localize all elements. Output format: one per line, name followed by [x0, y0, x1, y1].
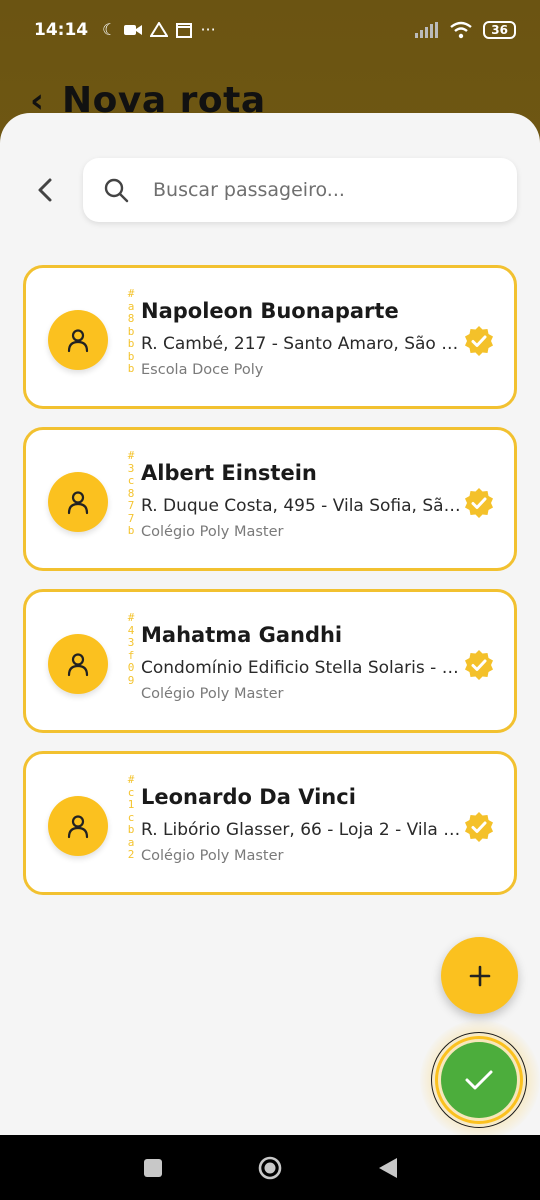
verified-check-icon	[465, 812, 493, 842]
passenger-address: R. Libório Glasser, 66 - Loja 2 - Vila S…	[141, 820, 463, 840]
passenger-name: Albert Einstein	[141, 461, 317, 485]
passenger-card[interactable]: #3c877b Albert Einstein R. Duque Costa, …	[23, 427, 517, 571]
avatar	[48, 796, 108, 856]
passenger-list: #a8bbbb Napoleon Buonaparte R. Cambé, 21…	[23, 265, 517, 913]
search-box[interactable]	[83, 158, 517, 222]
passenger-card[interactable]: #43f09 Mahatma Gandhi Condomínio Edifici…	[23, 589, 517, 733]
back-button[interactable]	[32, 172, 58, 208]
battery-indicator: 36	[483, 21, 516, 39]
search-row	[0, 158, 540, 224]
avatar	[48, 472, 108, 532]
passenger-school: Escola Doce Poly	[141, 362, 264, 378]
passenger-name: Napoleon Buonaparte	[141, 299, 399, 323]
passenger-address: R. Duque Costa, 495 - Vila Sofia, São Pa…	[141, 496, 463, 516]
passenger-school: Colégio Poly Master	[141, 686, 284, 702]
search-icon	[104, 178, 129, 203]
avatar	[48, 310, 108, 370]
home-icon[interactable]	[257, 1155, 283, 1181]
user-icon	[67, 653, 89, 677]
calendar-icon	[176, 23, 193, 38]
passenger-address: Condomínio Edificio Stella Solaris - São…	[141, 658, 463, 678]
passenger-name: Leonardo Da Vinci	[141, 785, 356, 809]
system-navigation-bar	[0, 1135, 540, 1200]
passenger-name: Mahatma Gandhi	[141, 623, 343, 647]
plus-icon	[469, 965, 490, 986]
drive-icon	[150, 22, 169, 37]
back-icon	[38, 178, 52, 202]
recents-icon[interactable]	[140, 1155, 166, 1181]
verified-check-icon	[465, 326, 493, 356]
status-bar: 14:14 ☾ ··· 36	[0, 0, 540, 60]
verified-check-icon	[465, 488, 493, 518]
passenger-school: Colégio Poly Master	[141, 524, 284, 540]
passenger-code: #3c877b	[127, 449, 135, 537]
passenger-code: #a8bbbb	[127, 287, 135, 375]
signal-icon	[415, 22, 439, 38]
user-icon	[67, 491, 89, 515]
user-icon	[67, 329, 89, 353]
passenger-address: R. Cambé, 217 - Santo Amaro, São Paulo	[141, 334, 463, 354]
confirm-button-ring	[435, 1036, 523, 1124]
passenger-code: #c1cba2	[127, 773, 135, 861]
more-notifications-icon: ···	[200, 20, 216, 39]
wifi-icon	[450, 21, 473, 39]
passenger-school: Colégio Poly Master	[141, 848, 284, 864]
passenger-code: #43f09	[127, 611, 135, 687]
back-nav-icon[interactable]	[375, 1155, 401, 1181]
user-icon	[67, 815, 89, 839]
search-input[interactable]	[153, 179, 483, 201]
check-icon	[465, 1070, 493, 1090]
passenger-card[interactable]: #a8bbbb Napoleon Buonaparte R. Cambé, 21…	[23, 265, 517, 409]
video-camera-icon	[124, 25, 143, 35]
passenger-card[interactable]: #c1cba2 Leonardo Da Vinci R. Libório Gla…	[23, 751, 517, 895]
avatar	[48, 634, 108, 694]
moon-icon: ☾	[102, 20, 117, 39]
confirm-route-button[interactable]	[431, 1032, 527, 1128]
verified-check-icon	[465, 650, 493, 680]
add-passenger-button[interactable]	[441, 937, 518, 1014]
status-time: 14:14	[34, 20, 89, 40]
confirm-button-fill	[441, 1042, 517, 1118]
